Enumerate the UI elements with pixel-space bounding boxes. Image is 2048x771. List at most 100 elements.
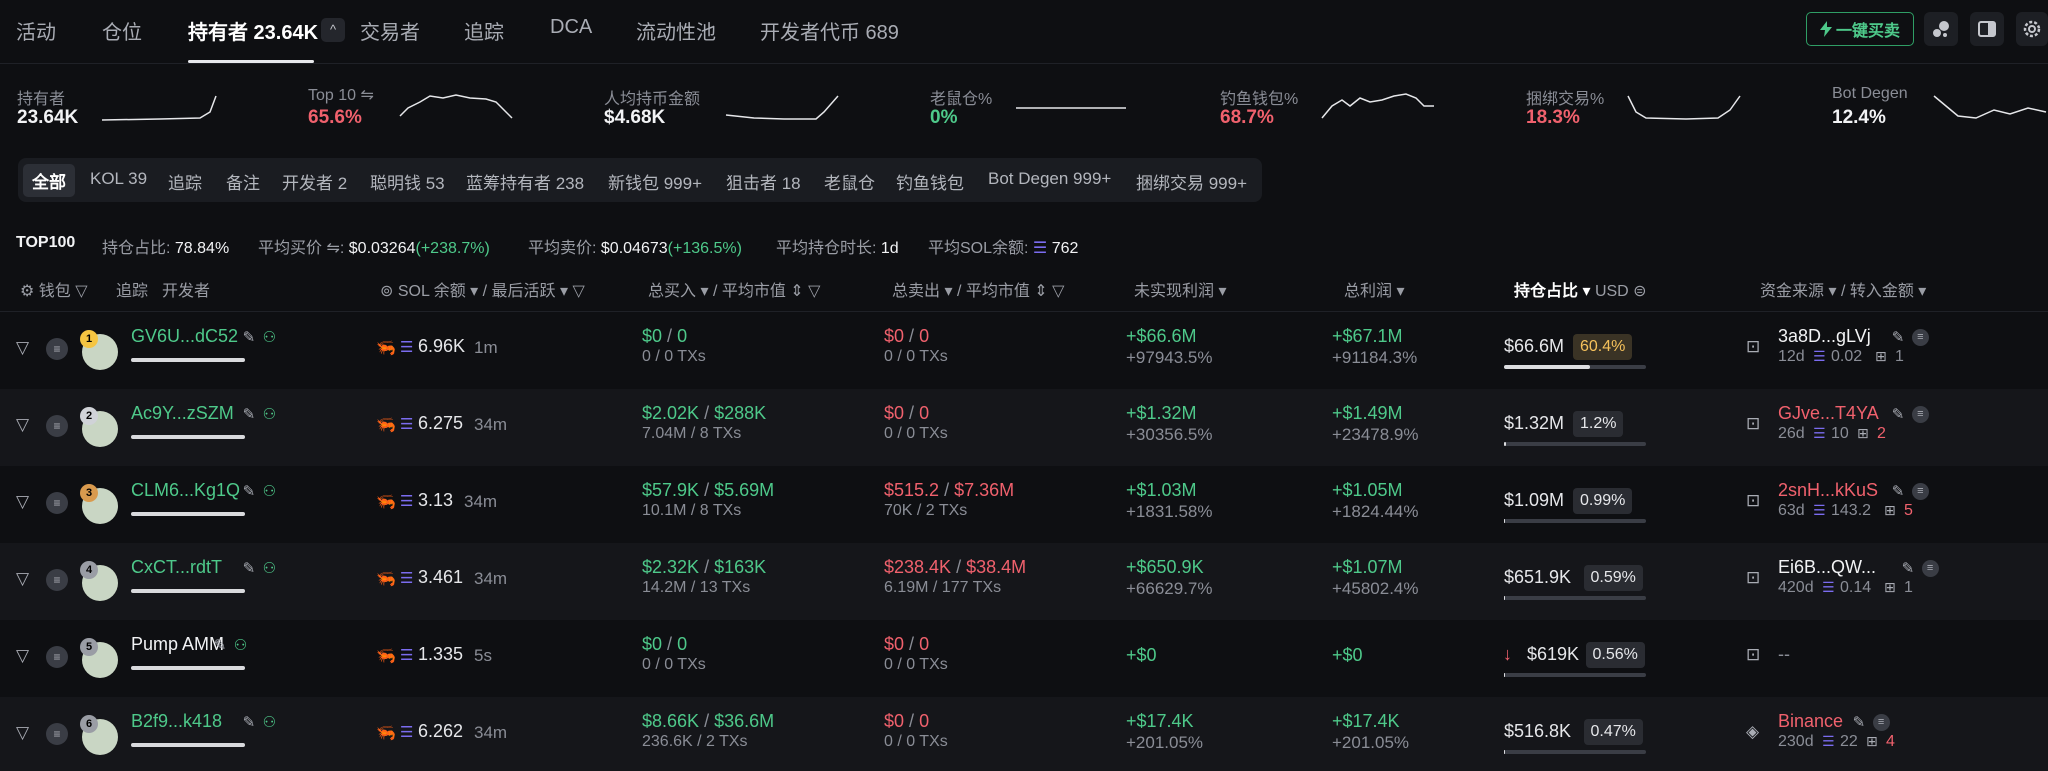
filter-icon[interactable]: ▽ bbox=[808, 283, 820, 300]
tab-holders[interactable]: 持有者 23.64K bbox=[188, 16, 318, 45]
settings-button[interactable] bbox=[2016, 12, 2048, 46]
funding-source[interactable]: 2snH...kKuS bbox=[1778, 480, 1878, 501]
filter-bluechip[interactable]: 蓝筹持有者 238 bbox=[466, 169, 584, 194]
edit-icon[interactable]: ✎ bbox=[1902, 559, 1915, 577]
swap-icon[interactable]: ⇋ bbox=[361, 87, 374, 104]
edit-icon[interactable]: ✎ bbox=[243, 405, 256, 423]
funding-source[interactable]: -- bbox=[1778, 644, 1790, 665]
filter-tracking[interactable]: 追踪 bbox=[168, 169, 202, 194]
gear-icon[interactable]: ⚙ bbox=[20, 283, 34, 300]
filter-dev[interactable]: 开发者 2 bbox=[282, 169, 347, 194]
wallet-address[interactable]: Ac9Y...zSZM bbox=[131, 403, 234, 424]
header-source[interactable]: 资金来源 ▾ / 转入金额 ▾ bbox=[1760, 277, 1926, 301]
filter-icon[interactable]: ▽ bbox=[16, 569, 29, 589]
currency-toggle-icon[interactable]: ⊜ bbox=[1633, 283, 1646, 300]
table-row[interactable]: ▽ ≡ 4 CxCT...rdtT ✎ ⚇ 🦐 ☰ 3.461 34m $2.3… bbox=[0, 543, 2048, 620]
add-track-icon[interactable]: ⚇ bbox=[263, 482, 276, 500]
menu-icon[interactable]: ≡ bbox=[1911, 406, 1929, 423]
edit-icon[interactable]: ✎ bbox=[243, 482, 256, 500]
edit-icon[interactable]: ✎ bbox=[243, 328, 256, 346]
menu-icon[interactable]: ≡ bbox=[46, 569, 68, 591]
menu-icon[interactable]: ≡ bbox=[1872, 714, 1890, 731]
funding-source[interactable]: GJve...T4YA bbox=[1778, 403, 1879, 424]
filter-icon[interactable]: ▽ bbox=[16, 415, 29, 435]
header-total-pnl[interactable]: 总利润 ▾ bbox=[1344, 277, 1405, 301]
wallet-address[interactable]: Pump AMM bbox=[131, 634, 224, 655]
funding-source[interactable]: Binance bbox=[1778, 711, 1843, 732]
funding-source[interactable]: 3a8D...gLVj bbox=[1778, 326, 1871, 347]
buy-tx-summary: 14.2M / 13 TXs bbox=[642, 579, 751, 596]
filter-kol[interactable]: KOL 39 bbox=[90, 169, 147, 189]
table-row[interactable]: ▽ ≡ 2 Ac9Y...zSZM ✎ ⚇ 🦐 ☰ 6.275 34m $2.0… bbox=[0, 389, 2048, 466]
add-track-icon[interactable]: ⚇ bbox=[263, 328, 276, 346]
table-row[interactable]: ▽ ≡ 6 B2f9...k418 ✎ ⚇ 🦐 ☰ 6.262 34m $8.6… bbox=[0, 697, 2048, 771]
edit-icon[interactable]: ✎ bbox=[1892, 482, 1905, 500]
total-pnl: +$0 bbox=[1332, 645, 1363, 665]
filter-bot-degen[interactable]: Bot Degen 999+ bbox=[988, 169, 1111, 189]
filter-sniper[interactable]: 狙击者 18 bbox=[726, 169, 801, 194]
hold-usd: $619K bbox=[1527, 644, 1580, 664]
filter-phishing[interactable]: 钓鱼钱包 bbox=[896, 169, 964, 194]
header-sold[interactable]: 总卖出 ▾ / 平均市值 ⇕ ▽ bbox=[892, 277, 1064, 301]
table-row[interactable]: ▽ ≡ 1 GV6U...dC52 ✎ ⚇ 🦐 ☰ 6.96K 1m $0 / … bbox=[0, 312, 2048, 389]
add-track-icon[interactable]: ⚇ bbox=[263, 713, 276, 731]
header-bought[interactable]: 总买入 ▾ / 平均市值 ⇕ ▽ bbox=[648, 277, 820, 301]
add-track-icon[interactable]: ⚇ bbox=[263, 559, 276, 577]
add-track-icon[interactable]: ⚇ bbox=[234, 636, 247, 654]
edit-icon[interactable]: ✎ bbox=[243, 559, 256, 577]
edit-icon[interactable]: ✎ bbox=[214, 636, 227, 654]
header-unrealized[interactable]: 未实现利润 ▾ bbox=[1134, 277, 1227, 301]
tab-dca[interactable]: DCA bbox=[550, 16, 592, 39]
menu-icon[interactable]: ≡ bbox=[1911, 483, 1929, 500]
menu-icon[interactable]: ≡ bbox=[46, 415, 68, 437]
wallet-address[interactable]: B2f9...k418 bbox=[131, 711, 222, 732]
menu-icon[interactable]: ≡ bbox=[1921, 560, 1939, 577]
tab-tracking[interactable]: 追踪 bbox=[464, 16, 504, 45]
tab-activity[interactable]: 活动 bbox=[16, 16, 56, 45]
filter-icon[interactable]: ▽ bbox=[16, 723, 29, 743]
tab-positions[interactable]: 仓位 bbox=[102, 16, 142, 45]
quick-buy-button[interactable]: 一键买卖 bbox=[1806, 12, 1914, 46]
bubble-map-button[interactable] bbox=[1924, 12, 1958, 46]
filter-icon[interactable]: ▽ bbox=[572, 283, 584, 300]
filter-notes[interactable]: 备注 bbox=[226, 169, 260, 194]
filter-insider[interactable]: 老鼠仓 bbox=[824, 169, 875, 194]
chevron-up-icon[interactable]: ^ bbox=[321, 18, 345, 42]
filter-new-wallet[interactable]: 新钱包 999+ bbox=[608, 169, 702, 194]
edit-icon[interactable]: ✎ bbox=[1892, 405, 1905, 423]
edit-icon[interactable]: ✎ bbox=[1892, 328, 1905, 346]
filter-icon[interactable]: ▽ bbox=[16, 492, 29, 512]
add-track-icon[interactable]: ⚇ bbox=[263, 405, 276, 423]
header-dev[interactable]: 开发者 bbox=[162, 277, 210, 301]
stat-bundle-value: 18.3% bbox=[1526, 107, 1580, 128]
header-track[interactable]: 追踪 bbox=[116, 277, 148, 301]
transfer-count: 2 bbox=[1877, 425, 1886, 442]
filter-all[interactable]: 全部 bbox=[23, 164, 75, 197]
filter-bundle[interactable]: 捆绑交易 999+ bbox=[1136, 169, 1247, 194]
filter-icon[interactable]: ▽ bbox=[16, 338, 29, 358]
filter-smart-money[interactable]: 聪明钱 53 bbox=[370, 169, 445, 194]
filter-icon[interactable]: ▽ bbox=[16, 646, 29, 666]
menu-icon[interactable]: ≡ bbox=[46, 646, 68, 668]
table-row[interactable]: ▽ ≡ 5 Pump AMM ✎ ⚇ 🦐 ☰ 1.335 5s $0 / 0 0… bbox=[0, 620, 2048, 697]
header-hold-pct[interactable]: 持仓占比 ▾ USD ⊜ bbox=[1514, 277, 1647, 301]
edit-icon[interactable]: ✎ bbox=[1853, 713, 1866, 731]
filter-icon[interactable]: ▽ bbox=[1052, 283, 1064, 300]
table-row[interactable]: ▽ ≡ 3 CLM6...Kg1Q ✎ ⚇ 🦐 ☰ 3.13 34m $57.9… bbox=[0, 466, 2048, 543]
wallet-address[interactable]: GV6U...dC52 bbox=[131, 326, 238, 347]
tab-traders[interactable]: 交易者 bbox=[360, 16, 420, 45]
menu-icon[interactable]: ≡ bbox=[1911, 329, 1929, 346]
funding-source[interactable]: Ei6B...QW... bbox=[1778, 557, 1876, 578]
sell-amount: $238.4K bbox=[884, 557, 952, 577]
header-sol[interactable]: ⊚ SOL 余额 ▾ / 最后活跃 ▾ ▽ bbox=[380, 277, 585, 301]
wallet-address[interactable]: CxCT...rdtT bbox=[131, 557, 222, 578]
tab-liquidity-pool[interactable]: 流动性池 bbox=[636, 16, 716, 45]
menu-icon[interactable]: ≡ bbox=[46, 338, 68, 360]
menu-icon[interactable]: ≡ bbox=[46, 723, 68, 745]
menu-icon[interactable]: ≡ bbox=[46, 492, 68, 514]
tab-dev-tokens[interactable]: 开发者代币 689 bbox=[760, 16, 899, 45]
wallet-address[interactable]: CLM6...Kg1Q bbox=[131, 480, 240, 501]
sidebar-toggle-button[interactable] bbox=[1970, 12, 2004, 46]
filter-icon[interactable]: ▽ bbox=[75, 283, 87, 300]
edit-icon[interactable]: ✎ bbox=[243, 713, 256, 731]
